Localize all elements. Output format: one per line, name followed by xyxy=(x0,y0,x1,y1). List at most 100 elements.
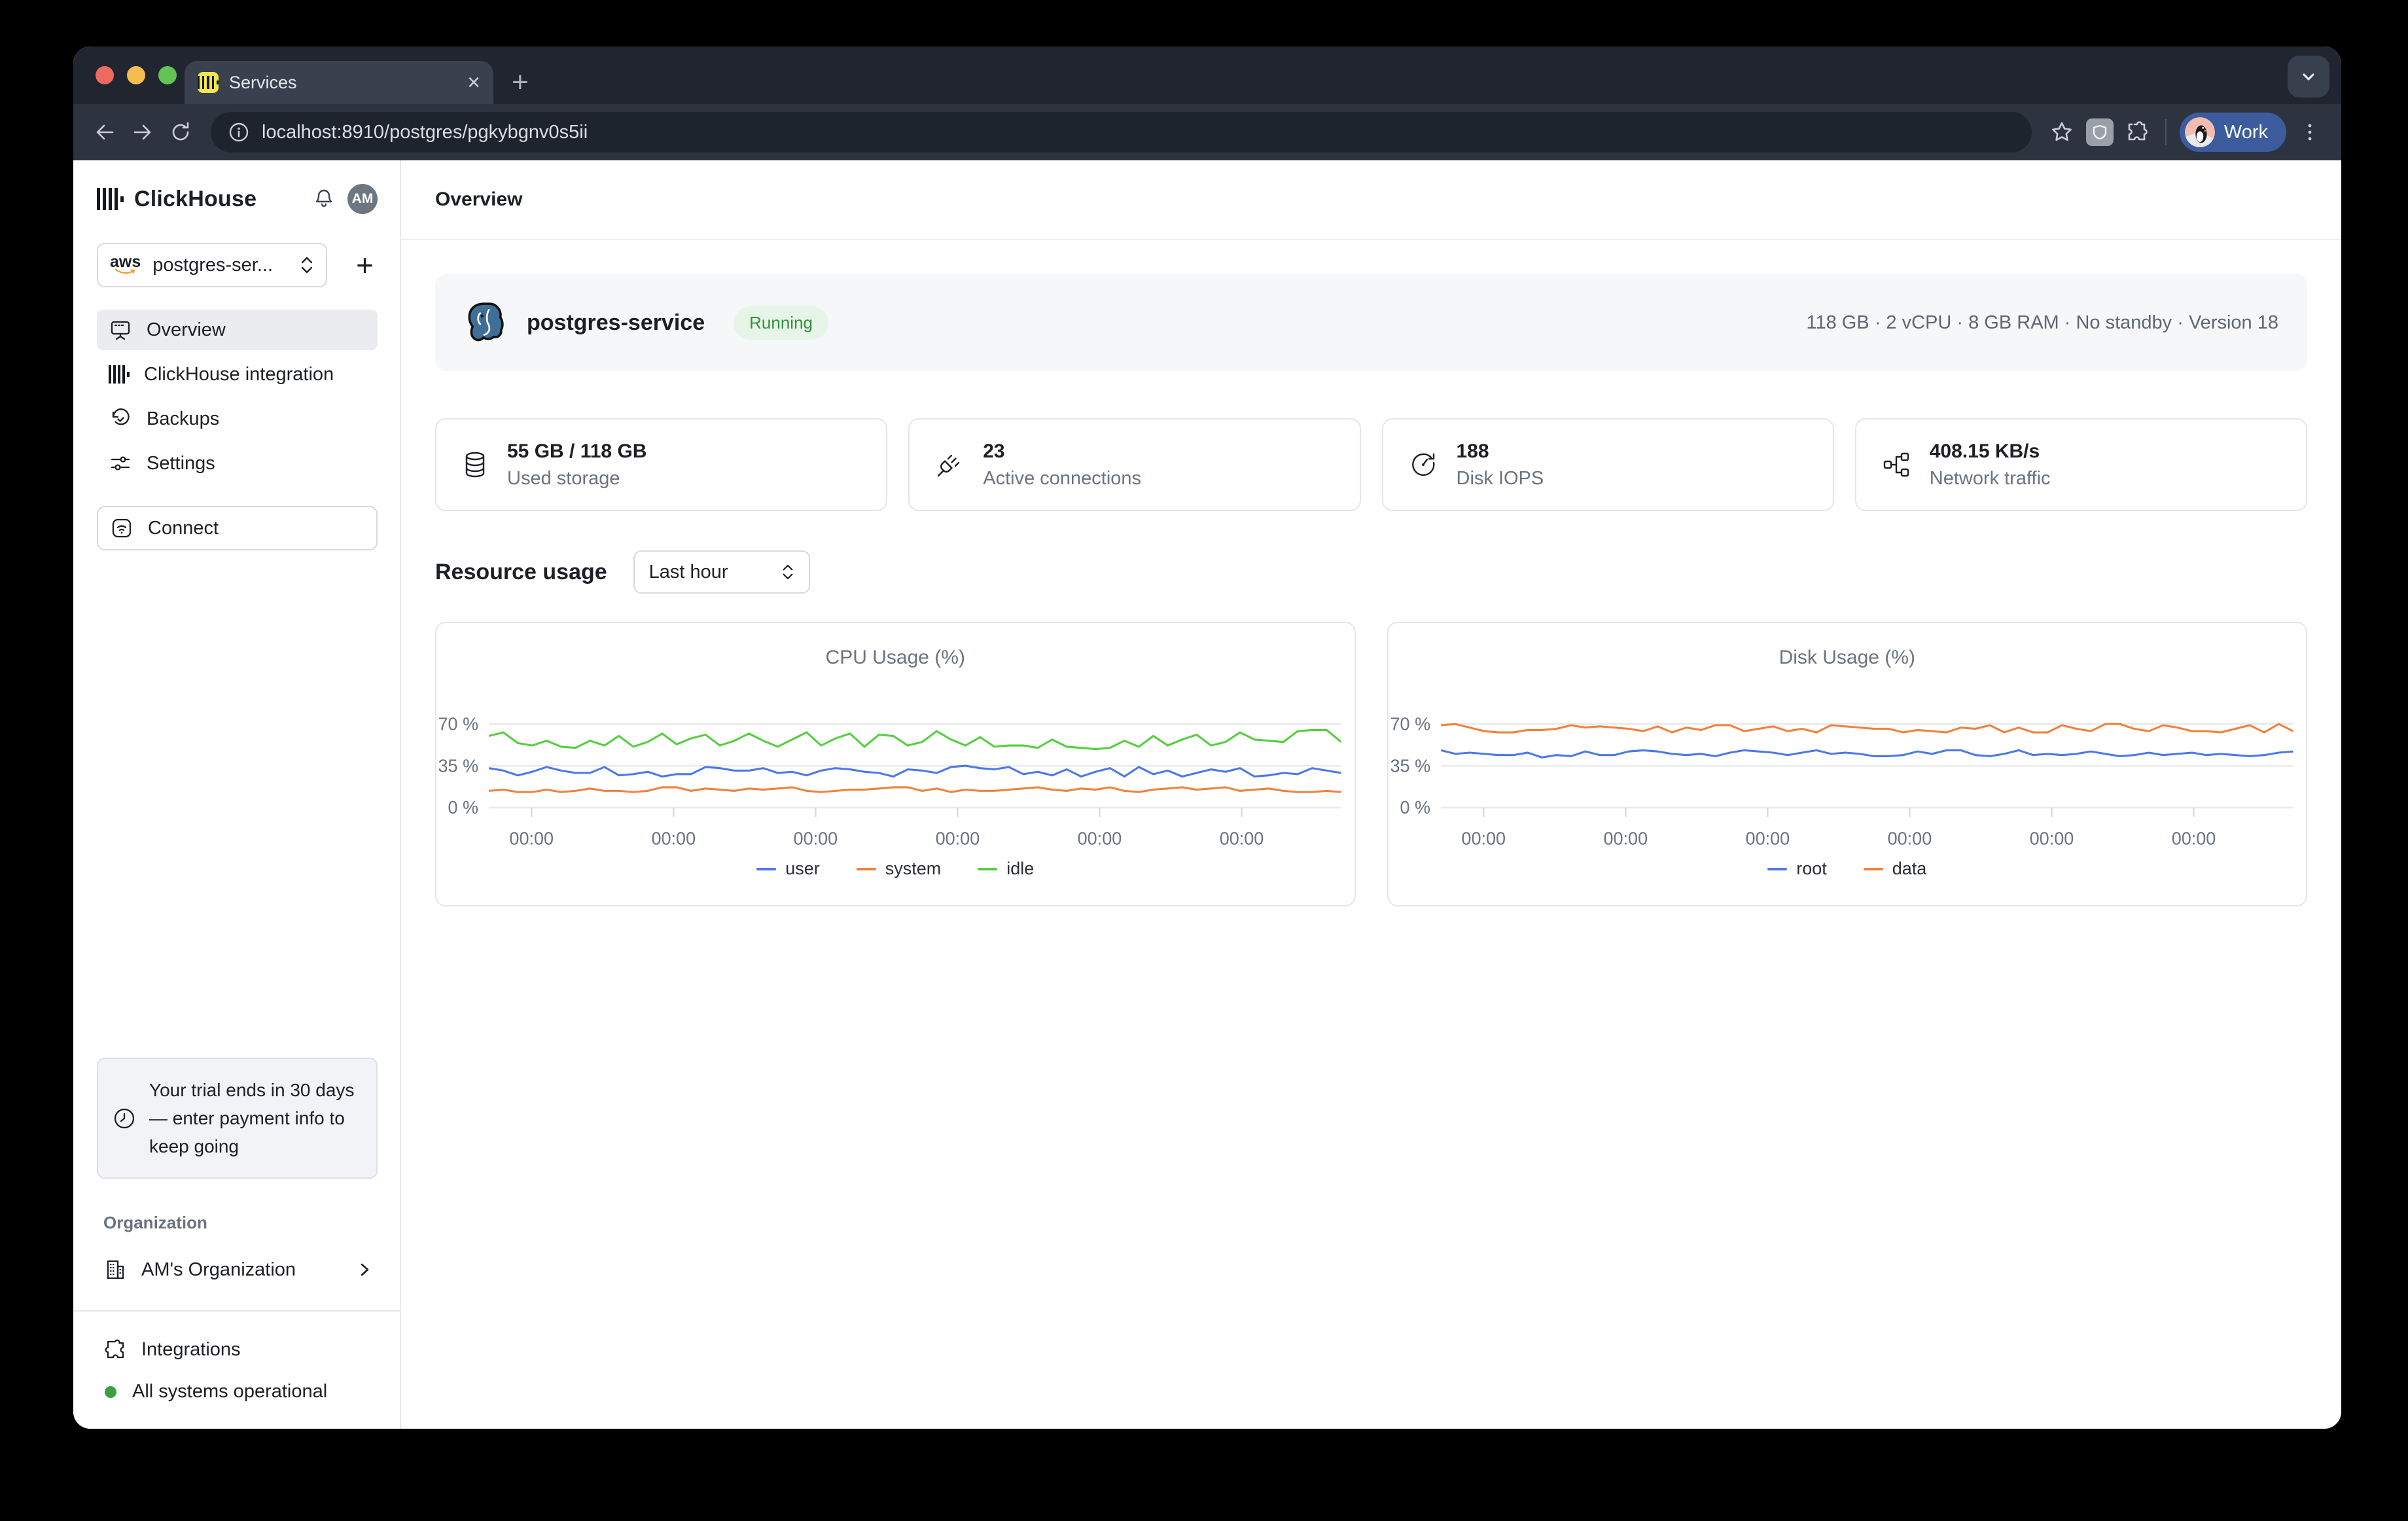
sidebar-bottom: Your trial ends in 30 days — enter payme… xyxy=(97,1058,378,1429)
trial-clock-icon xyxy=(111,1105,137,1132)
resource-usage-header: Resource usage Last hour xyxy=(435,550,2307,594)
stat-card-disk-iops: 188 Disk IOPS xyxy=(1382,418,1834,511)
stat-label: Disk IOPS xyxy=(1457,468,1544,490)
cpu-usage-plot: 0 %35 %70 %00:0000:0000:0000:0000:0000:0… xyxy=(436,673,1354,855)
time-range-select[interactable]: Last hour xyxy=(633,550,810,594)
page-header: Overview xyxy=(401,160,2341,240)
organization-building-icon xyxy=(103,1258,127,1281)
stat-cards: 55 GB / 118 GB Used storage 23 Active co… xyxy=(435,418,2307,511)
extensions-puzzle-icon[interactable] xyxy=(2123,118,2152,147)
cpu-usage-chart: CPU Usage (%) 0 %35 %70 %00:0000:0000:00… xyxy=(435,622,1356,906)
svg-text:00:00: 00:00 xyxy=(1745,828,1790,848)
forward-button[interactable] xyxy=(128,118,157,147)
svg-text:70 %: 70 % xyxy=(438,713,479,734)
legend-item: user xyxy=(756,859,820,879)
status-dot-icon xyxy=(105,1386,116,1398)
notifications-bell-icon[interactable] xyxy=(311,186,337,212)
sidebar-item-label: Overview xyxy=(147,319,226,341)
sidebar-item-label: ClickHouse integration xyxy=(144,364,334,385)
status-badge: Running xyxy=(734,306,828,340)
sidebar-item-clickhouse-integration[interactable]: ClickHouse integration xyxy=(97,354,378,395)
aws-logo-icon: aws xyxy=(110,255,141,275)
svg-text:00:00: 00:00 xyxy=(936,828,980,848)
zoom-window-button[interactable] xyxy=(158,66,177,84)
backups-history-icon xyxy=(109,407,132,431)
chevron-right-icon xyxy=(358,1261,371,1278)
profile-chip[interactable]: Work xyxy=(2180,113,2286,152)
sidebar-nav: Overview ClickHouse integration Backups … xyxy=(97,310,378,484)
connect-button[interactable]: Connect xyxy=(97,506,378,550)
svg-text:00:00: 00:00 xyxy=(2171,828,2216,848)
tab-search-button[interactable] xyxy=(2288,56,2329,98)
organization-section-label: Organization xyxy=(103,1213,378,1233)
sidebar: ClickHouse AM aws postgres-ser... + Over… xyxy=(73,160,401,1429)
trial-notice-text: Your trial ends in 30 days — enter payme… xyxy=(149,1076,363,1160)
svg-text:35 %: 35 % xyxy=(1390,755,1430,776)
chart-title: CPU Usage (%) xyxy=(436,647,1354,669)
svg-text:35 %: 35 % xyxy=(438,755,479,776)
selected-service-name: postgres-ser... xyxy=(152,255,288,276)
svg-text:70 %: 70 % xyxy=(1390,713,1430,734)
svg-text:00:00: 00:00 xyxy=(651,828,696,848)
legend-item: system xyxy=(857,859,942,879)
gauge-icon xyxy=(1409,451,1437,478)
stat-label: Active connections xyxy=(983,468,1141,490)
resource-usage-title: Resource usage xyxy=(435,560,607,585)
bookmark-star-icon[interactable] xyxy=(2047,118,2076,147)
sidebar-divider xyxy=(73,1310,400,1312)
postgresql-logo-icon xyxy=(464,301,507,344)
overview-icon xyxy=(109,318,132,342)
address-bar[interactable]: localhost:8910/postgres/pgkybgnv0s5ii xyxy=(211,112,2032,152)
connect-icon xyxy=(110,516,133,540)
page-content: postgres-service Running 118 GB · 2 vCPU… xyxy=(401,240,2341,906)
browser-menu-icon[interactable] xyxy=(2295,118,2324,147)
toolbar-divider xyxy=(2165,119,2167,145)
service-selector[interactable]: aws postgres-ser... xyxy=(97,243,327,287)
close-tab-icon[interactable]: × xyxy=(467,71,480,94)
stat-value: 188 xyxy=(1457,440,1544,463)
tab-strip: Services × + xyxy=(73,46,2341,104)
svg-text:00:00: 00:00 xyxy=(1461,828,1506,848)
stat-card-active-connections: 23 Active connections xyxy=(908,418,1360,511)
chart-legend: usersystemidle xyxy=(436,859,1354,879)
stat-value: 55 GB / 118 GB xyxy=(507,440,646,463)
reload-button[interactable] xyxy=(166,118,195,147)
integrations-link[interactable]: Integrations xyxy=(103,1338,371,1361)
url-text: localhost:8910/postgres/pgkybgnv0s5ii xyxy=(262,122,588,143)
service-name: postgres-service xyxy=(527,310,705,336)
browser-tab-services[interactable]: Services × xyxy=(185,61,493,104)
window-controls[interactable] xyxy=(96,66,177,84)
site-info-icon[interactable] xyxy=(228,121,250,143)
clickhouse-bars-icon xyxy=(109,365,130,384)
minimize-window-button[interactable] xyxy=(127,66,145,84)
network-icon xyxy=(1883,451,1910,478)
legend-item: data xyxy=(1864,859,1927,879)
trial-notice: Your trial ends in 30 days — enter payme… xyxy=(97,1058,378,1179)
stat-value: 23 xyxy=(983,440,1141,463)
connect-label: Connect xyxy=(148,518,219,539)
user-avatar[interactable]: AM xyxy=(347,184,378,214)
add-service-button[interactable]: + xyxy=(352,247,378,283)
select-chevrons-icon xyxy=(300,255,314,275)
svg-text:00:00: 00:00 xyxy=(2029,828,2074,848)
disk-usage-chart: Disk Usage (%) 0 %35 %70 %00:0000:0000:0… xyxy=(1387,622,2308,906)
profile-avatar xyxy=(2185,117,2215,147)
svg-text:0 %: 0 % xyxy=(448,797,479,817)
shield-extension-icon[interactable] xyxy=(2085,118,2114,147)
new-tab-button[interactable]: + xyxy=(512,66,529,99)
system-status[interactable]: All systems operational xyxy=(105,1381,371,1403)
status-text: All systems operational xyxy=(132,1381,327,1403)
sidebar-item-backups[interactable]: Backups xyxy=(97,399,378,439)
sidebar-item-settings[interactable]: Settings xyxy=(97,443,378,484)
organization-name: AM's Organization xyxy=(141,1259,296,1281)
stat-label: Used storage xyxy=(507,468,646,490)
stat-value: 408.15 KB/s xyxy=(1930,440,2051,463)
app-root: ClickHouse AM aws postgres-ser... + Over… xyxy=(73,160,2341,1429)
brand-name: ClickHouse xyxy=(134,187,257,212)
organization-row[interactable]: AM's Organization xyxy=(103,1258,371,1281)
back-button[interactable] xyxy=(90,118,119,147)
disk-usage-plot: 0 %35 %70 %00:0000:0000:0000:0000:0000:0… xyxy=(1389,673,2307,855)
chart-title: Disk Usage (%) xyxy=(1389,647,2307,669)
sidebar-item-overview[interactable]: Overview xyxy=(97,310,378,350)
close-window-button[interactable] xyxy=(96,66,114,84)
